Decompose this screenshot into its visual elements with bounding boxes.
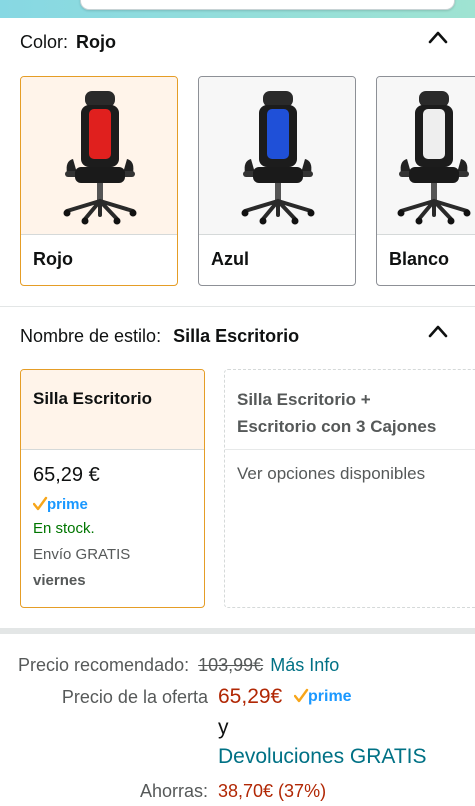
prime-badge: prime [32, 495, 99, 518]
color-option-label: Rojo [33, 249, 73, 269]
and-text: y [218, 716, 229, 739]
shipping-info: Envío GRATIS [33, 546, 131, 563]
offer-price-row: 65,29€ prime [218, 685, 362, 712]
prime-badge: prime [293, 686, 362, 712]
style-option-title: Silla Escritorio [33, 389, 153, 408]
prime-text: prime [47, 496, 88, 513]
style-option-title-line1: Silla Escritorio + [237, 390, 371, 409]
style-heading: Nombre de estilo: Silla Escritorio [20, 326, 299, 347]
offer-price-value: 65,29€ [218, 685, 283, 708]
style-option-silla-escritorio[interactable]: Silla Escritorio 65,29 € prime En stock.… [20, 369, 205, 608]
section-divider [0, 306, 475, 307]
style-option-silla-escritorio-cajones[interactable]: Silla Escritorio + Escritorio con 3 Cajo… [224, 369, 475, 608]
style-option-price: 65,29 € [33, 464, 100, 486]
savings-label: Ahorras: [139, 781, 208, 801]
recommended-price-value: 103,99€ [198, 655, 264, 675]
chevron-up-icon[interactable] [428, 324, 448, 338]
prime-text: prime [308, 688, 352, 705]
style-selected-value: Silla Escritorio [173, 326, 300, 346]
color-option-label: Azul [211, 249, 249, 269]
stock-status: En stock. [33, 520, 95, 537]
chair-image-blue [241, 91, 315, 225]
color-option-blanco[interactable]: Blanco [376, 76, 475, 286]
section-divider-thick [0, 628, 475, 634]
delivery-day: viernes [33, 572, 86, 589]
recommended-price-label: Precio recomendado: [18, 655, 190, 675]
style-option-divider [225, 449, 475, 450]
color-heading: Color: Rojo [20, 32, 116, 53]
offer-price-label: Precio de la oferta [61, 687, 208, 707]
style-label: Nombre de estilo: [20, 326, 162, 346]
search-bar[interactable] [80, 0, 455, 10]
chair-image-white [397, 91, 471, 225]
more-info-link[interactable]: Más Info [270, 655, 339, 675]
color-option-azul[interactable]: Azul [198, 76, 356, 286]
free-returns-link[interactable]: Devoluciones GRATIS [218, 745, 427, 769]
swatch-divider [199, 234, 355, 235]
color-option-label: Blanco [389, 249, 450, 269]
style-option-title-line2: Escritorio con 3 Cajones [237, 417, 437, 436]
color-option-rojo[interactable]: Rojo [20, 76, 178, 286]
swatch-divider [377, 234, 475, 235]
see-options-text: Ver opciones disponibles [237, 464, 426, 483]
savings-value: 38,70€ (37%) [218, 781, 327, 801]
swatch-divider [21, 234, 177, 235]
recommended-price-row: Precio recomendado: 103,99€ Más Info [18, 655, 339, 676]
chair-image-red [63, 91, 137, 225]
color-label: Color: [20, 32, 69, 52]
chevron-up-icon[interactable] [428, 30, 448, 44]
style-option-title: Silla Escritorio + Escritorio con 3 Cajo… [237, 386, 436, 440]
color-selected-value: Rojo [76, 32, 117, 52]
